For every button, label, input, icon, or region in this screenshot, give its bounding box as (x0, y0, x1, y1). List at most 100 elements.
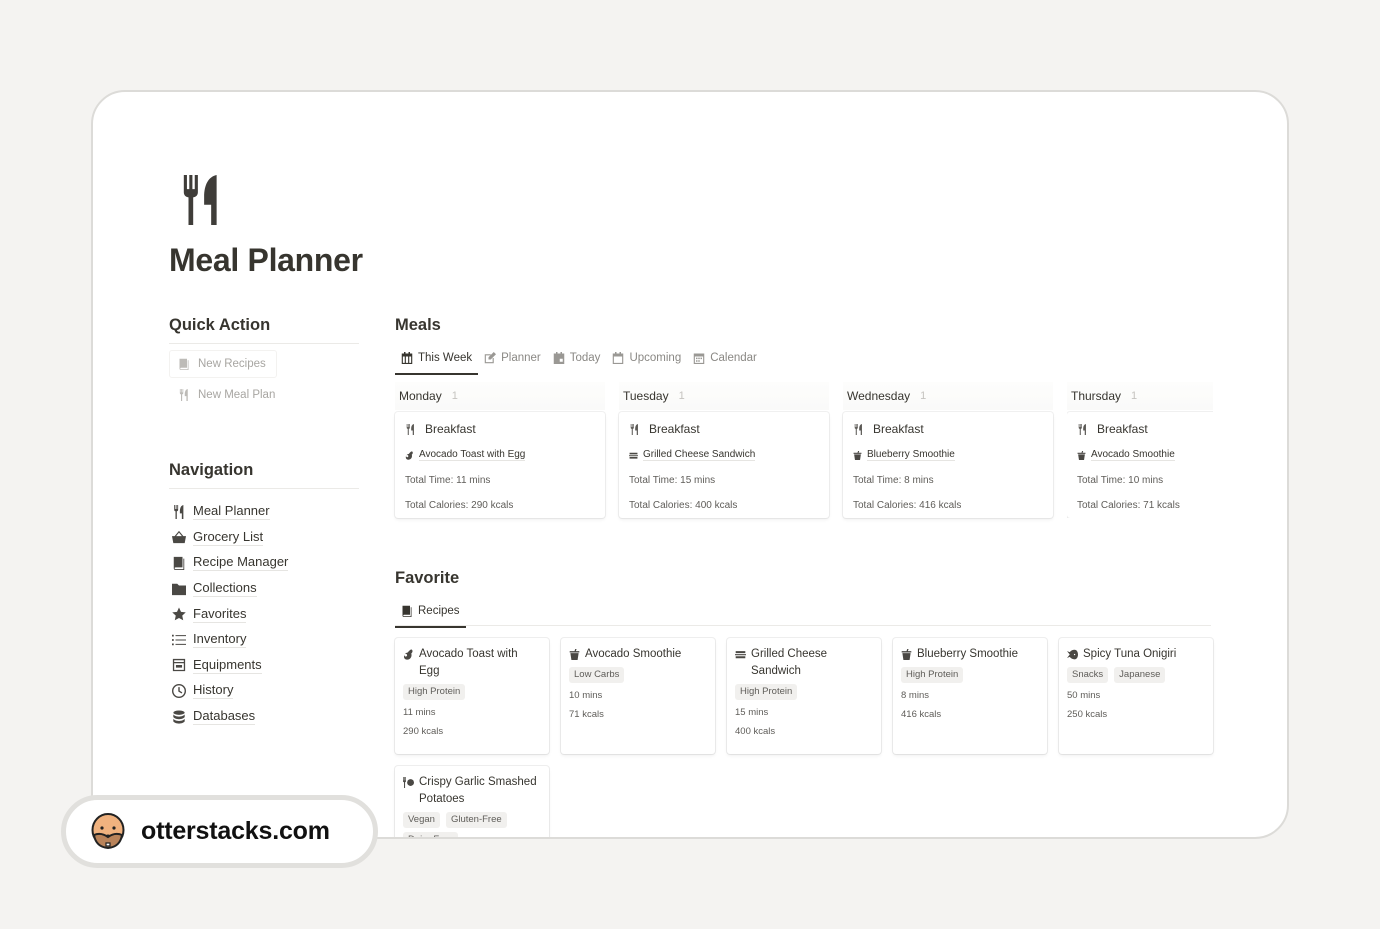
tab-label: This Week (418, 351, 473, 364)
card-count: 1 (1131, 390, 1138, 402)
tab-recipes[interactable]: Recipes (395, 596, 466, 628)
column-header[interactable]: Thursday 1 (1067, 382, 1213, 410)
day-label: Tuesday (623, 389, 669, 403)
nav-item-inventory[interactable]: Inventory (169, 627, 359, 653)
column-header[interactable]: Tuesday 1 (619, 382, 829, 410)
recipe-link[interactable]: Blueberry Smoothie (867, 449, 955, 461)
star-icon (172, 607, 186, 621)
total-time: Total Time: 10 mins (1077, 475, 1164, 486)
meal-card[interactable]: Breakfast Avocado Toast with Egg Total T… (395, 412, 605, 518)
nav-item-recipe-manager[interactable]: Recipe Manager (169, 550, 359, 576)
smoothie-icon (901, 649, 912, 660)
clock-icon (172, 684, 186, 698)
meal-card[interactable]: Breakfast Avocado Smoothie Total Time: 1… (1067, 412, 1213, 518)
calendar-week-icon (401, 352, 413, 364)
tab-today[interactable]: Today (547, 343, 607, 373)
tab-calendar[interactable]: Calendar (687, 343, 763, 373)
new-recipes-button[interactable]: New Recipes (169, 350, 277, 378)
meals-view-tabs: This Week Planner Today Upcoming Calenda… (395, 343, 1215, 375)
total-calories: Total Calories: 416 kcals (853, 500, 962, 511)
fork-knife-icon (853, 424, 864, 435)
nav-item-meal-planner[interactable]: Meal Planner (169, 499, 359, 525)
recipe-time: 8 mins (901, 690, 929, 701)
recipe-card[interactable]: Avocado Smoothie Low Carbs 10 mins 71 kc… (561, 638, 715, 754)
recipe-link[interactable]: Grilled Cheese Sandwich (643, 449, 756, 461)
recipe-card[interactable]: Blueberry Smoothie High Protein 8 mins 4… (893, 638, 1047, 754)
tab-upcoming[interactable]: Upcoming (606, 343, 687, 373)
card-count: 1 (678, 390, 685, 402)
board-column-wednesday: Wednesday 1 Breakfast Blueberry Smoothie … (843, 382, 1053, 518)
column-header[interactable]: Monday 1 (395, 382, 605, 410)
tab-planner[interactable]: Planner (478, 343, 547, 373)
nav-item-grocery-list[interactable]: Grocery List (169, 525, 359, 551)
nav-item-collections[interactable]: Collections (169, 576, 359, 602)
column-header[interactable]: Wednesday 1 (843, 382, 1053, 410)
recipe-time: 11 mins (403, 707, 436, 718)
total-calories: Total Calories: 400 kcals (629, 500, 738, 511)
nav-item-equipments[interactable]: Equipments (169, 653, 359, 679)
favorite-section: Favorite Recipes Avocado Toast with Egg … (395, 569, 1215, 837)
tab-label: Planner (501, 351, 541, 364)
avocado-icon (403, 649, 414, 660)
tag: Gluten-Free (445, 812, 507, 828)
calendar-icon (612, 352, 624, 364)
watermark-text: otterstacks.com (141, 817, 330, 845)
recipe-title: Avocado Smoothie (585, 648, 682, 660)
book-icon (401, 605, 413, 617)
quick-action-section: Quick Action New Recipes New Meal Plan (169, 316, 359, 409)
tag: Low Carbs (569, 667, 625, 683)
meal-type: Breakfast (873, 422, 924, 436)
recipe-calories: 250 kcals (1067, 709, 1108, 720)
fork-knife-icon (629, 424, 640, 435)
new-meal-plan-label: New Meal Plan (198, 389, 276, 401)
new-meal-plan-button[interactable]: New Meal Plan (169, 381, 289, 409)
tag: High Protein (403, 684, 466, 700)
plate-icon (403, 777, 414, 788)
fork-knife-icon (172, 505, 186, 519)
book-icon (178, 358, 190, 370)
nav-label: Databases (193, 708, 256, 726)
board-column-monday: Monday 1 Breakfast Avocado Toast with Egg… (395, 382, 605, 518)
board-column-tuesday: Tuesday 1 Breakfast Grilled Cheese Sandwi… (619, 382, 829, 518)
nav-item-databases[interactable]: Databases (169, 704, 359, 730)
divider (169, 488, 359, 489)
navigation-heading: Navigation (169, 461, 254, 479)
basket-icon (172, 530, 186, 544)
tag: Dairy-Free (403, 832, 458, 837)
fork-knife-icon (182, 175, 220, 225)
database-icon (172, 710, 186, 724)
fork-knife-icon (178, 389, 190, 401)
nav-label: Grocery List (193, 528, 264, 546)
nav-item-history[interactable]: History (169, 678, 359, 704)
recipe-link[interactable]: Avocado Smoothie (1091, 449, 1175, 461)
smoothie-icon (1077, 451, 1086, 460)
smoothie-icon (569, 649, 580, 660)
recipe-card[interactable]: Crispy Garlic Smashed Potatoes Vegan Glut… (395, 766, 549, 837)
tag: Japanese (1114, 667, 1166, 683)
recipe-time: 10 mins (569, 690, 603, 701)
recipe-time: 50 mins (1067, 690, 1101, 701)
app-window: Meal Planner Quick Action New Recipes Ne… (91, 90, 1289, 839)
meal-card[interactable]: Breakfast Grilled Cheese Sandwich Total … (619, 412, 829, 518)
nav-label: Meal Planner (193, 503, 270, 521)
recipe-title: Grilled Cheese Sandwich (751, 648, 828, 677)
nav-item-favorites[interactable]: Favorites (169, 601, 359, 627)
tag: High Protein (735, 684, 798, 700)
nav-label: Recipe Manager (193, 554, 289, 572)
fork-knife-icon (1077, 424, 1088, 435)
recipe-card[interactable]: Grilled Cheese Sandwich High Protein 15 … (727, 638, 881, 754)
tab-this-week[interactable]: This Week (395, 343, 479, 375)
fish-icon (1067, 649, 1078, 660)
day-label: Thursday (1071, 389, 1122, 403)
recipe-card[interactable]: Avocado Toast with Egg High Protein 11 m… (395, 638, 549, 754)
recipe-link[interactable]: Avocado Toast with Egg (419, 449, 526, 461)
avocado-icon (405, 451, 414, 460)
meal-card[interactable]: Breakfast Blueberry Smoothie Total Time:… (843, 412, 1053, 518)
nav-label: Favorites (193, 605, 247, 623)
folder-icon (172, 582, 186, 596)
recipe-card[interactable]: Spicy Tuna Onigiri Snacks Japanese 50 min… (1059, 638, 1213, 754)
tab-label: Upcoming (629, 351, 682, 364)
nav-label: Collections (193, 580, 257, 598)
favorite-tabs: Recipes (395, 596, 1211, 628)
book-icon (172, 556, 186, 570)
